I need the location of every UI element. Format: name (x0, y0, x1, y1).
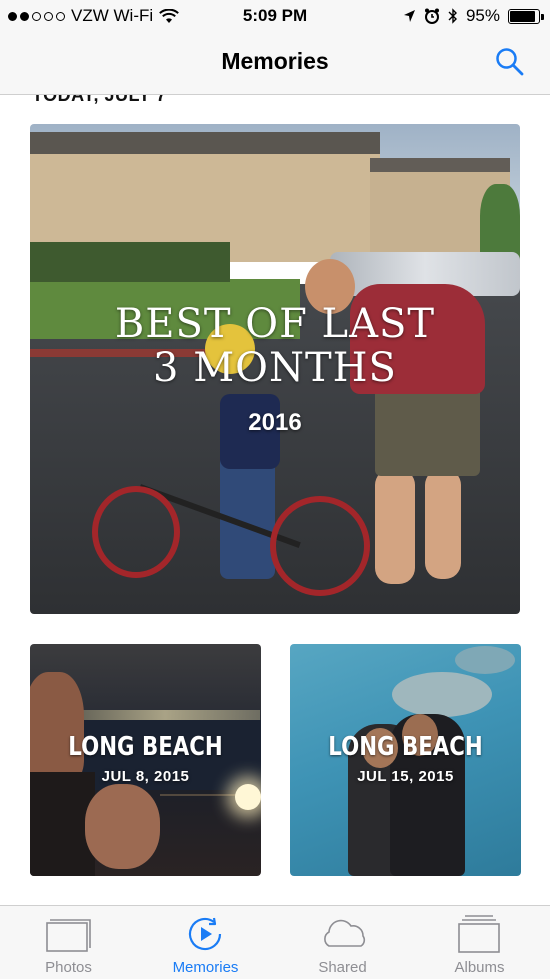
featured-memory-card[interactable]: BEST OF LAST 3 MONTHS 2016 (30, 124, 520, 614)
memory-date: JUL 15, 2015 (357, 768, 454, 785)
bluetooth-icon (448, 8, 457, 24)
featured-memory-subtitle: 2016 (248, 409, 302, 436)
cloud-icon (324, 919, 366, 947)
tab-memories[interactable]: Memories (137, 906, 274, 979)
battery-percent: 95% (465, 6, 500, 25)
section-header: TODAY, JULY 7 (32, 95, 167, 105)
memory-card-long-beach-jul-8[interactable]: LONG BEACH JUL 8, 2015 (30, 644, 261, 876)
featured-title-line-1: BEST OF LAST (114, 301, 436, 347)
tab-bar: Photos Memories Shared Albums (0, 905, 550, 979)
featured-title-line-2: 3 MONTHS (153, 345, 397, 391)
location-arrow-icon (403, 10, 415, 22)
albums-icon (458, 915, 500, 953)
featured-memory-title: BEST OF LAST 3 MONTHS (30, 302, 520, 390)
battery-icon (508, 8, 544, 24)
tab-label: Albums (454, 959, 505, 976)
tab-label: Shared (318, 959, 367, 976)
tab-photos[interactable]: Photos (0, 906, 137, 979)
memory-title: LONG BEACH (68, 732, 223, 762)
search-icon (496, 48, 524, 76)
memory-title: LONG BEACH (328, 732, 483, 762)
tab-albums[interactable]: Albums (411, 906, 548, 979)
memories-play-icon (188, 917, 222, 951)
memories-feed[interactable]: TODAY, JULY 7 BEST OF LAST 3 MONTHS 2016 (0, 95, 550, 905)
photos-stack-icon (46, 919, 91, 952)
alarm-clock-icon (424, 8, 439, 24)
tab-shared[interactable]: Shared (274, 906, 411, 979)
memory-date: JUL 8, 2015 (101, 768, 190, 785)
page-title: Memories (221, 48, 329, 74)
navigation-bar: Memories (0, 34, 550, 95)
memory-card-long-beach-jul-15[interactable]: LONG BEACH JUL 15, 2015 (290, 644, 521, 876)
status-right: 95% (403, 6, 544, 26)
status-bar: VZW Wi-Fi 5:09 PM 95% (0, 0, 550, 34)
tab-label: Photos (45, 959, 92, 976)
search-button[interactable] (492, 44, 528, 80)
tab-label: Memories (172, 959, 239, 976)
